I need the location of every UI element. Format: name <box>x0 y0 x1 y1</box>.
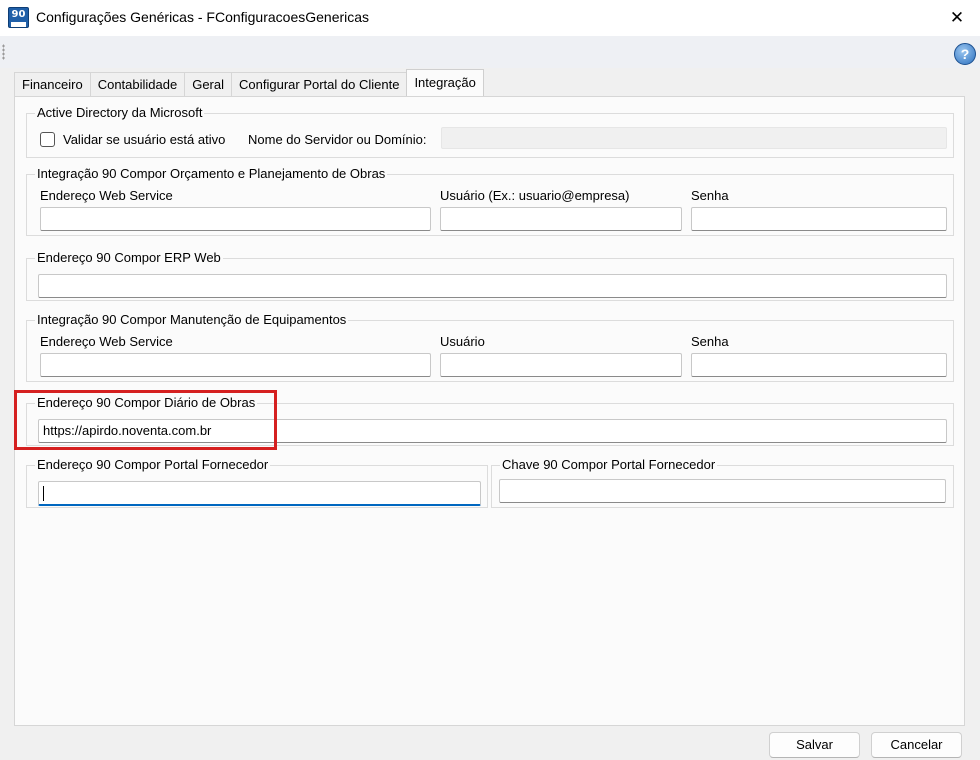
orcamento-url-label: Endereço Web Service <box>40 188 173 203</box>
erp-web-input[interactable] <box>38 274 947 298</box>
group-title: Endereço 90 Compor ERP Web <box>35 250 223 265</box>
group-title: Active Directory da Microsoft <box>35 105 205 120</box>
group-orcamento: Integração 90 Compor Orçamento e Planeja… <box>26 166 954 236</box>
group-title: Endereço 90 Compor Portal Fornecedor <box>35 457 271 472</box>
manutencao-password-input[interactable] <box>691 353 947 377</box>
group-portal-fornecedor: Endereço 90 Compor Portal Fornecedor <box>26 457 488 508</box>
group-manutencao: Integração 90 Compor Manutenção de Equip… <box>26 312 954 382</box>
group-chave-fornecedor: Chave 90 Compor Portal Fornecedor <box>491 457 954 508</box>
manutencao-url-label: Endereço Web Service <box>40 334 173 349</box>
help-icon[interactable]: ? <box>954 43 976 65</box>
grip-icon[interactable] <box>2 44 5 60</box>
manutencao-password-label: Senha <box>691 334 729 349</box>
server-input <box>441 127 947 149</box>
highlight-annotation <box>14 390 277 450</box>
text-caret <box>43 486 44 501</box>
close-button[interactable]: ✕ <box>934 0 980 36</box>
orcamento-password-input[interactable] <box>691 207 947 231</box>
save-button[interactable]: Salvar <box>769 732 860 758</box>
server-label: Nome do Servidor ou Domínio: <box>248 132 427 147</box>
orcamento-user-label: Usuário (Ex.: usuario@empresa) <box>440 188 630 203</box>
portal-fornecedor-input[interactable] <box>38 481 481 506</box>
group-erp-web: Endereço 90 Compor ERP Web <box>26 250 954 301</box>
orcamento-user-input[interactable] <box>440 207 682 231</box>
manutencao-user-input[interactable] <box>440 353 682 377</box>
orcamento-url-input[interactable] <box>40 207 431 231</box>
tab-geral[interactable]: Geral <box>184 72 233 96</box>
tab-integracao[interactable]: Integração <box>406 69 484 96</box>
manutencao-user-label: Usuário <box>440 334 485 349</box>
cancel-button[interactable]: Cancelar <box>871 732 962 758</box>
orcamento-password-label: Senha <box>691 188 729 203</box>
tab-portal-cliente[interactable]: Configurar Portal do Cliente <box>231 72 408 96</box>
tab-contabilidade[interactable]: Contabilidade <box>89 72 186 96</box>
manutencao-url-input[interactable] <box>40 353 431 377</box>
toolbar <box>0 36 980 68</box>
tab-strip: Financeiro Contabilidade Geral Configura… <box>14 69 484 96</box>
chave-fornecedor-input[interactable] <box>499 479 946 503</box>
group-title: Chave 90 Compor Portal Fornecedor <box>500 457 718 472</box>
group-title: Integração 90 Compor Manutenção de Equip… <box>35 312 349 327</box>
tab-financeiro[interactable]: Financeiro <box>14 72 91 96</box>
title-bar: 90 Configurações Genéricas - FConfigurac… <box>0 0 980 36</box>
app-logo-icon: 90 <box>8 7 29 28</box>
group-active-directory: Active Directory da Microsoft Validar se… <box>26 105 954 158</box>
validate-user-label: Validar se usuário está ativo <box>63 132 226 147</box>
group-title: Integração 90 Compor Orçamento e Planeja… <box>35 166 388 181</box>
validate-user-checkbox[interactable] <box>40 132 55 147</box>
window-title: Configurações Genéricas - FConfiguracoes… <box>36 9 370 25</box>
